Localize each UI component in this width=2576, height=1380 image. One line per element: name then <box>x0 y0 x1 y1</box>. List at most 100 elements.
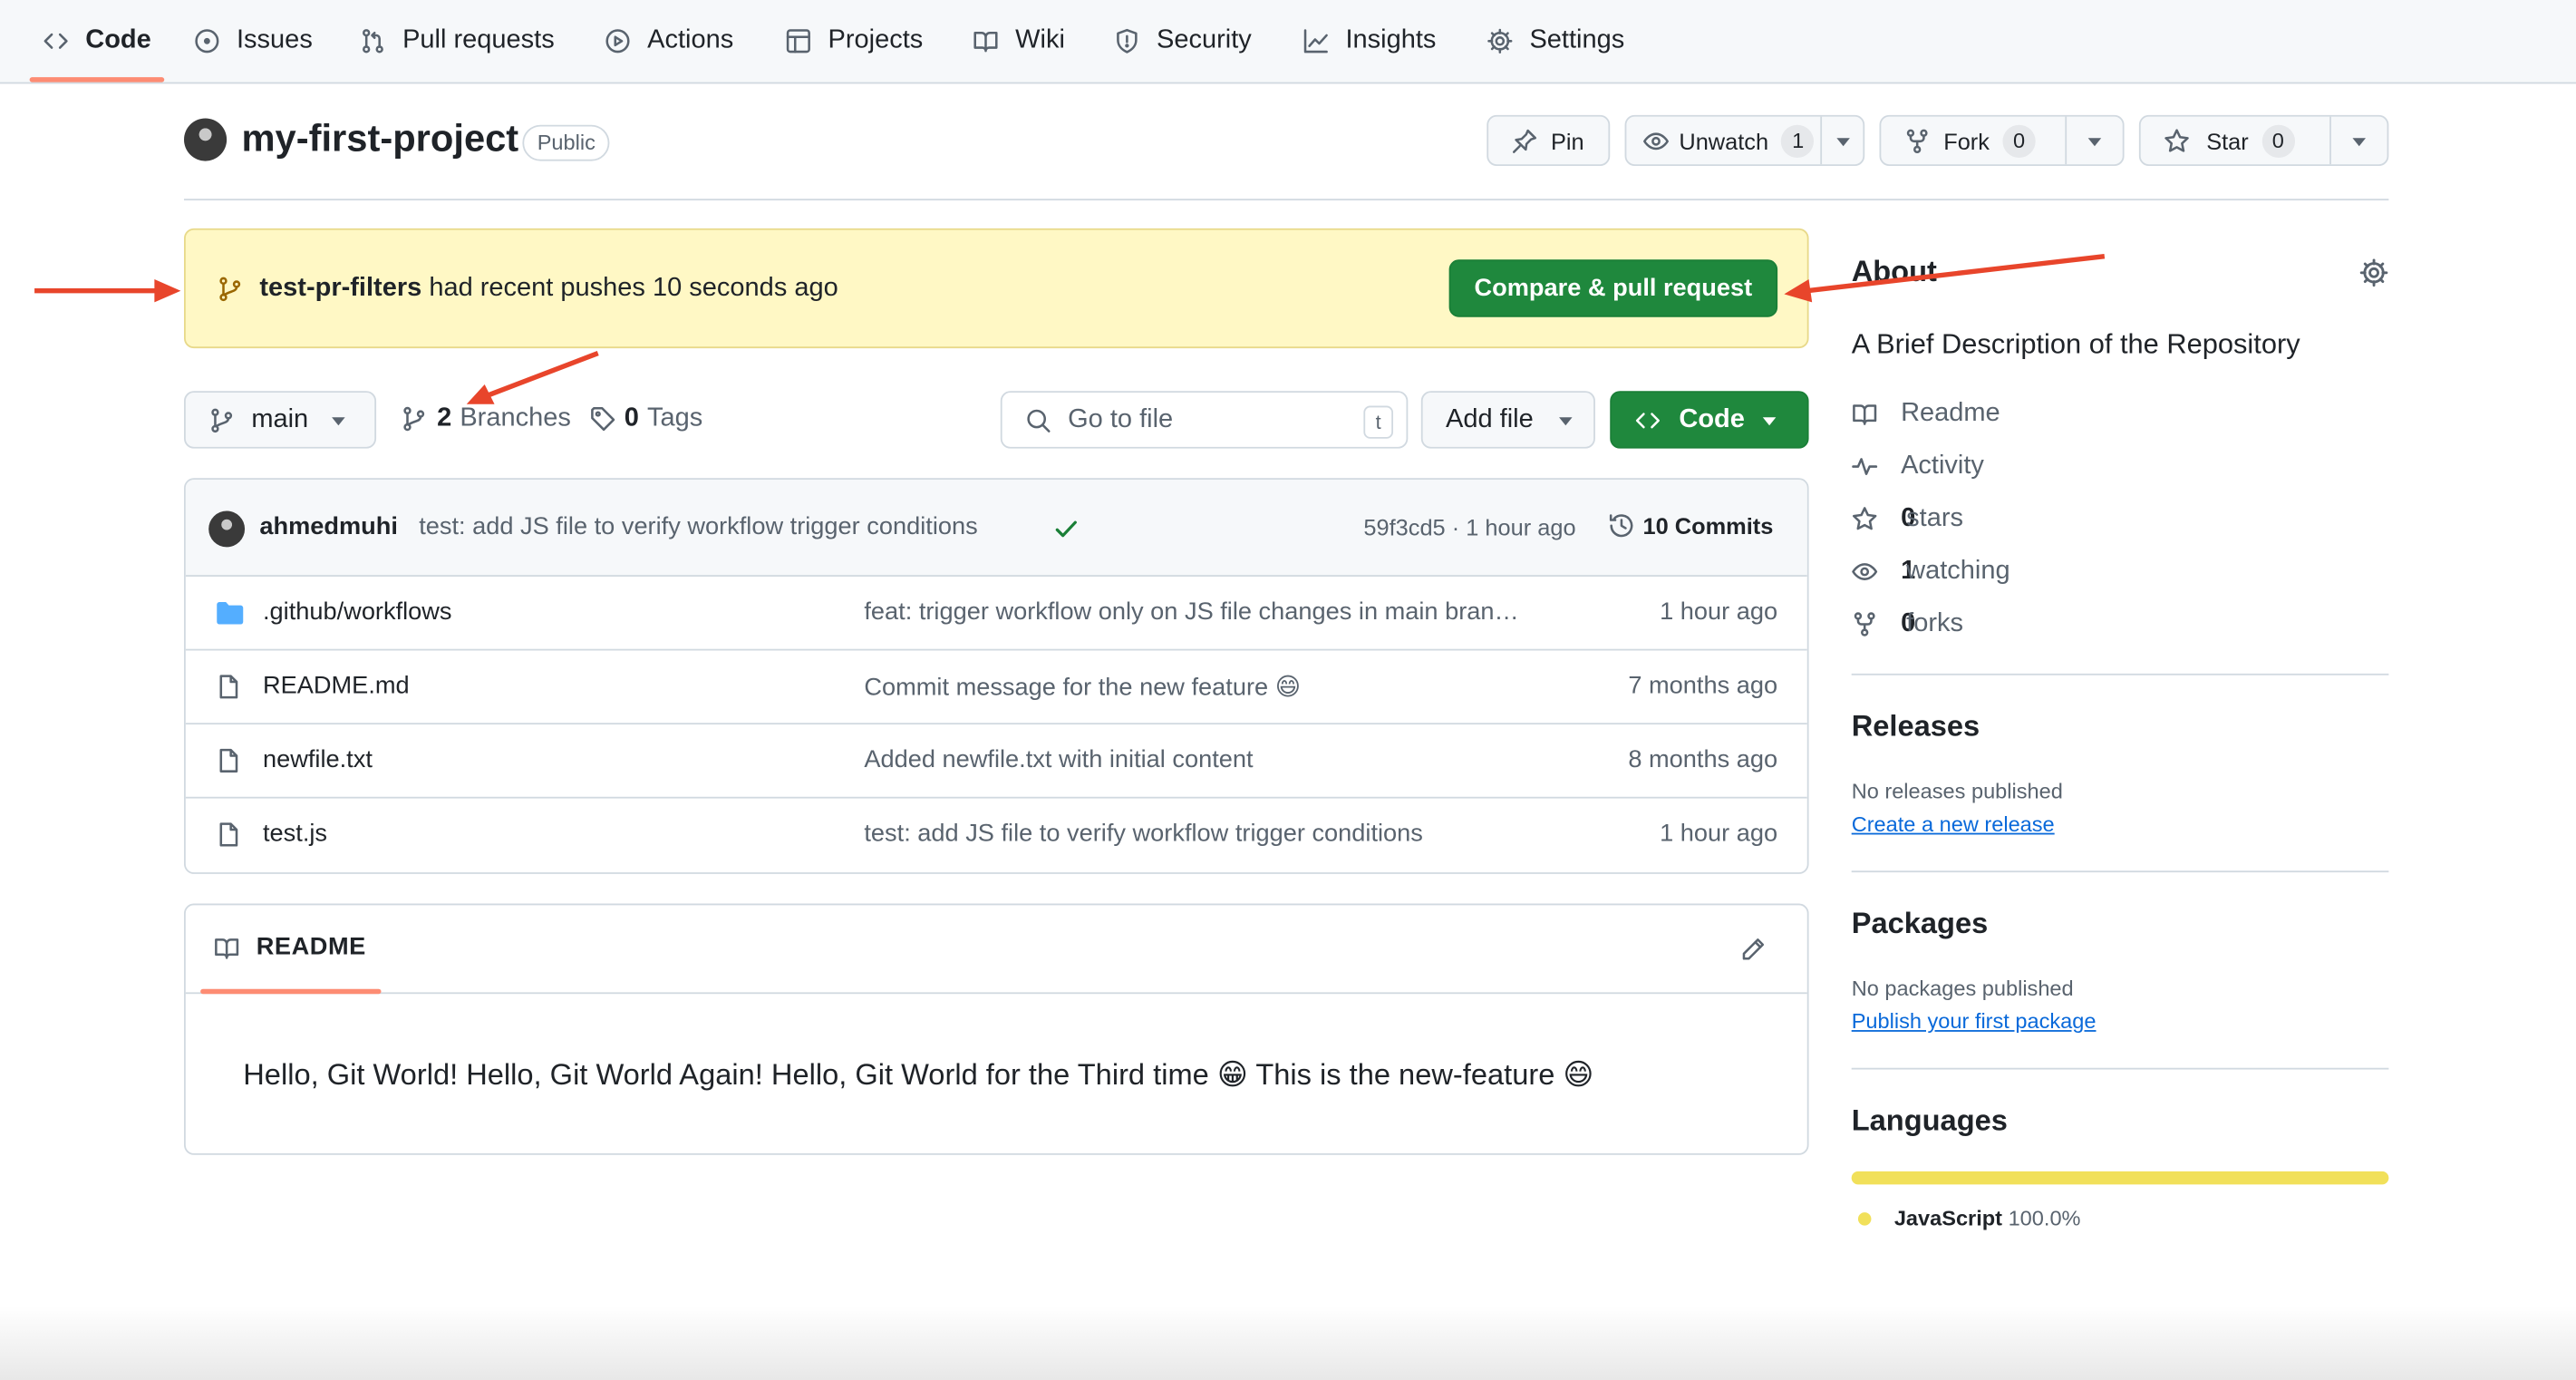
file-time: 1 hour ago <box>1660 820 1778 848</box>
watch-count: 1 <box>1781 123 1815 158</box>
tags-label: Tags <box>646 403 703 432</box>
code-button[interactable]: Code <box>1610 391 1809 449</box>
tab-security[interactable]: Security <box>1114 0 1252 83</box>
book-icon <box>973 31 998 53</box>
readme-tab[interactable]: README <box>214 933 366 961</box>
file-name[interactable]: newfile.txt <box>263 746 373 774</box>
fork-icon <box>1906 128 1928 153</box>
create-release-link[interactable]: Create a new release <box>1852 811 2055 836</box>
folder-icon <box>217 602 244 625</box>
file-time: 1 hour ago <box>1660 598 1778 627</box>
check-icon[interactable] <box>1053 516 1080 542</box>
stars-link[interactable]: 0 stars <box>1852 504 1963 534</box>
tags-link[interactable]: 0 Tags <box>590 403 703 434</box>
publish-package-link[interactable]: Publish your first package <box>1852 1009 2097 1034</box>
annotation-arrow <box>485 351 599 399</box>
branch-icon <box>219 277 241 302</box>
watch-button[interactable]: Unwatch 1 <box>1624 114 1865 167</box>
file-commit-message[interactable]: Commit message for the new feature 😄 <box>864 672 1570 702</box>
latest-commit-bar: ahmedmuhi test: add JS file to verify wo… <box>185 480 1807 577</box>
branch-icon <box>211 407 233 432</box>
forks-link[interactable]: 0 forks <box>1852 609 1963 639</box>
fork-button[interactable]: Fork 0 <box>1879 114 2125 167</box>
shield-icon <box>1117 28 1138 53</box>
activity-link[interactable]: Activity <box>1852 452 1984 481</box>
chevron-down-icon <box>332 417 345 426</box>
repo-title[interactable]: my-first-project <box>241 117 518 161</box>
star-icon <box>1852 507 1877 530</box>
chevron-down-icon[interactable] <box>2087 138 2102 147</box>
language-color-dot <box>1857 1211 1872 1225</box>
fork-label: Fork <box>1943 127 1990 154</box>
commits-link[interactable]: 10 Commits <box>1608 512 1773 539</box>
readme-link[interactable]: Readme <box>1852 399 2000 429</box>
releases-heading[interactable]: Releases <box>1852 710 1980 744</box>
go-to-file-search[interactable]: Go to file t <box>1000 391 1409 449</box>
tab-pull-requests-label: Pull requests <box>402 25 555 54</box>
about-heading: About <box>1851 254 1937 288</box>
file-row[interactable]: README.md Commit message for the new fea… <box>185 651 1807 725</box>
readme-panel: README Hello, Git World! Hello, Git Worl… <box>184 903 1809 1155</box>
file-name[interactable]: test.js <box>263 820 327 848</box>
book-icon <box>1853 404 1877 425</box>
chevron-down-icon[interactable] <box>1836 138 1850 147</box>
packages-heading[interactable]: Packages <box>1852 907 1989 941</box>
tab-issues-label: Issues <box>237 25 313 54</box>
commit-message[interactable]: test: add JS file to verify workflow tri… <box>419 512 978 540</box>
search-icon <box>1027 409 1051 432</box>
owner-avatar[interactable] <box>184 118 228 161</box>
file-row[interactable]: test.js test: add JS file to verify work… <box>186 799 1807 873</box>
watch-label: Unwatch <box>1679 127 1769 154</box>
code-button-label: Code <box>1679 405 1745 434</box>
file-name[interactable]: README.md <box>263 672 410 700</box>
chevron-down-icon <box>1762 417 1777 426</box>
tab-pull-requests[interactable]: Pull requests <box>360 0 555 83</box>
repo-sidebar: About A Brief Description of the Reposit… <box>1851 247 2389 1265</box>
active-tab-indicator <box>29 77 165 83</box>
file-commit-message[interactable]: test: add JS file to verify workflow tri… <box>864 820 1570 848</box>
file-row[interactable]: .github/workflows feat: trigger workflow… <box>185 577 1807 651</box>
star-button[interactable]: Star 0 <box>2138 114 2389 167</box>
file-icon <box>219 822 238 847</box>
language-item[interactable]: JavaScript 100.0% <box>1857 1206 2081 1230</box>
tab-insights[interactable]: Insights <box>1303 0 1436 83</box>
branches-count: 2 <box>437 403 452 432</box>
tab-actions[interactable]: Actions <box>605 0 733 83</box>
chevron-down-icon <box>1559 417 1573 426</box>
tab-settings-label: Settings <box>1529 25 1625 54</box>
repo-tab-bar: Code Issues Pull requests Actions Projec… <box>0 0 2576 84</box>
file-name[interactable]: .github/workflows <box>263 598 452 627</box>
pushed-branch-name[interactable]: test-pr-filters <box>259 275 421 303</box>
add-file-button[interactable]: Add file <box>1420 391 1595 449</box>
shortcut-key: t <box>1363 405 1393 439</box>
tab-wiki[interactable]: Wiki <box>973 0 1065 83</box>
file-row[interactable]: newfile.txt Added newfile.txt with initi… <box>185 724 1807 799</box>
chevron-down-icon[interactable] <box>2352 138 2366 147</box>
file-time: 7 months ago <box>1628 672 1778 700</box>
languages-heading: Languages <box>1851 1103 2008 1137</box>
readme-tab-label: README <box>256 933 366 961</box>
fork-count: 0 <box>2002 123 2036 158</box>
pencil-icon[interactable] <box>1739 937 1766 963</box>
annotation-arrowhead <box>154 279 181 303</box>
watching-link[interactable]: 1 watching <box>1852 557 2010 587</box>
branch-select-button[interactable]: main <box>184 391 377 449</box>
commit-author-avatar[interactable] <box>208 510 246 548</box>
branches-link[interactable]: 2 Branches <box>401 404 571 434</box>
tab-code[interactable]: Code <box>43 0 151 83</box>
file-icon <box>219 675 238 699</box>
gear-icon[interactable] <box>2359 258 2389 287</box>
history-icon <box>1609 514 1633 538</box>
file-commit-message[interactable]: feat: trigger workflow only on JS file c… <box>864 598 1570 627</box>
pin-button[interactable]: Pin <box>1487 114 1611 167</box>
star-label: Star <box>2206 127 2249 154</box>
tab-projects[interactable]: Projects <box>785 0 923 83</box>
tab-settings[interactable]: Settings <box>1487 0 1624 83</box>
tab-actions-label: Actions <box>647 25 734 54</box>
tab-issues[interactable]: Issues <box>194 0 313 83</box>
annotation-arrowhead <box>466 384 495 404</box>
commit-author[interactable]: ahmedmuhi <box>259 512 398 540</box>
commit-hash[interactable]: 59f3cd5 <box>1363 514 1445 540</box>
compare-pull-request-button[interactable]: Compare & pull request <box>1448 259 1778 317</box>
file-commit-message[interactable]: Added newfile.txt with initial content <box>864 746 1570 774</box>
